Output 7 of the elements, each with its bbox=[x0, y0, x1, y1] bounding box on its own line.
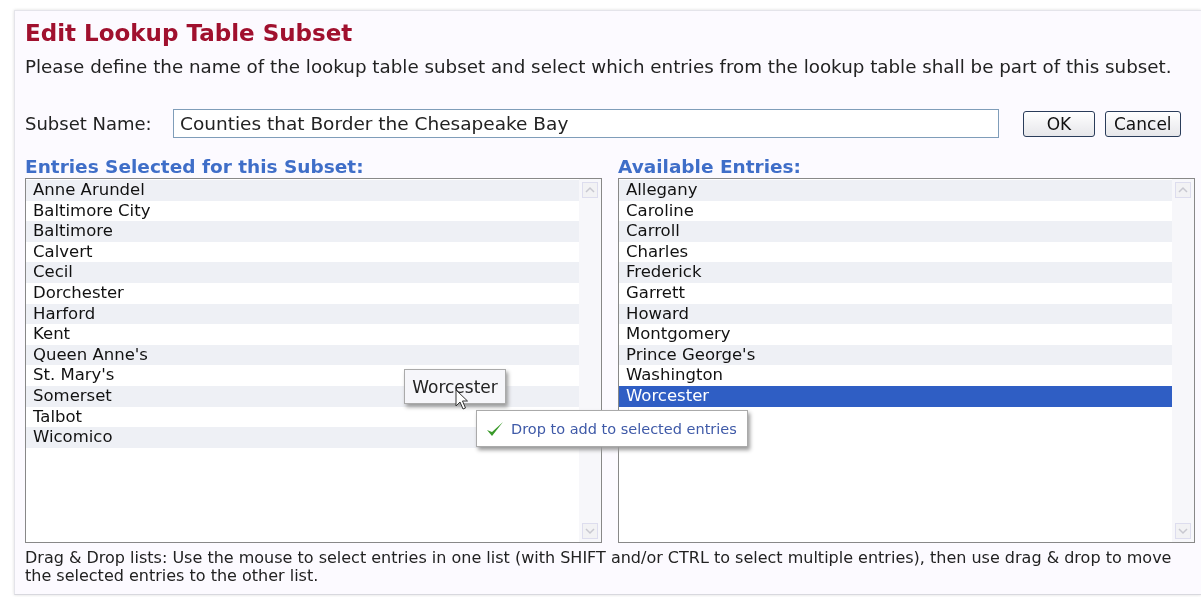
list-heading: Entries Selected for this Subset: bbox=[25, 156, 365, 178]
drag-ghost: Worcester bbox=[404, 369, 506, 404]
help-text: Drag & Drop lists: Use the mouse to select entries in one list (with SHIFT and/or CTRL to select multiple entries), then use drag & drop to move the selected entries to the other list. bbox=[25, 549, 1173, 585]
list-heading: Available Entries: bbox=[618, 156, 802, 178]
dialog-title: Edit Lookup Table Subset bbox=[25, 19, 354, 48]
subset-name-label: Subset Name: bbox=[25, 113, 153, 134]
description-text: Please define the name of the lookup table subset and select which entries from the lookup table shall be part of this subset. bbox=[25, 55, 1173, 79]
